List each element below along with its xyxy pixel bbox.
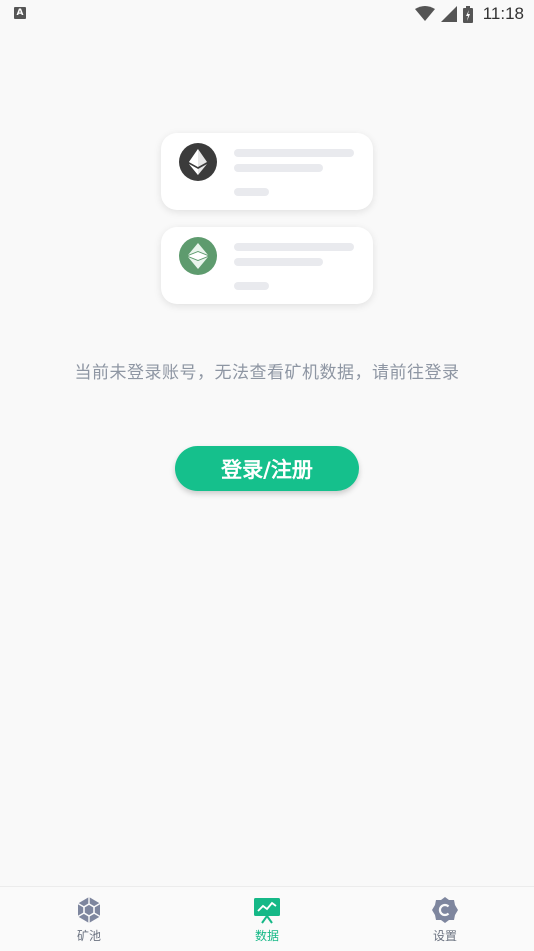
- eth-icon: [179, 143, 217, 181]
- chart-board-icon: [252, 895, 282, 925]
- placeholder-line: [234, 282, 269, 290]
- placeholder-line: [234, 258, 323, 266]
- status-time: 11:18: [482, 4, 524, 23]
- etc-icon: [179, 237, 217, 275]
- placeholder-line: [234, 164, 323, 172]
- placeholder-line: [234, 149, 354, 157]
- nav-item-pool[interactable]: 矿池: [0, 887, 178, 951]
- status-indicator: A: [14, 7, 26, 19]
- nav-item-data[interactable]: 数据: [178, 887, 356, 951]
- nav-item-settings[interactable]: 设置: [356, 887, 534, 951]
- settings-icon: [430, 895, 460, 925]
- wifi-icon: [414, 6, 435, 21]
- illustration-card-etc: [161, 227, 373, 304]
- status-icons: 11:18: [414, 3, 524, 25]
- cube-icon: [74, 895, 104, 925]
- nav-label-pool: 矿池: [76, 929, 101, 943]
- placeholder-line: [234, 243, 354, 251]
- signal-icon: [440, 6, 457, 22]
- placeholder-line: [234, 188, 269, 196]
- nav-label-data: 数据: [254, 929, 279, 943]
- bottom-nav: 矿池 数据 设置: [0, 886, 534, 951]
- login-register-button[interactable]: 登录/注册: [175, 446, 359, 491]
- nav-label-settings: 设置: [432, 929, 457, 943]
- illustration-card-eth: [161, 133, 373, 210]
- battery-icon: [462, 5, 473, 23]
- login-required-notice: 当前未登录账号，无法查看矿机数据，请前往登录: [74, 363, 460, 383]
- status-bar: A 11:18: [0, 0, 534, 28]
